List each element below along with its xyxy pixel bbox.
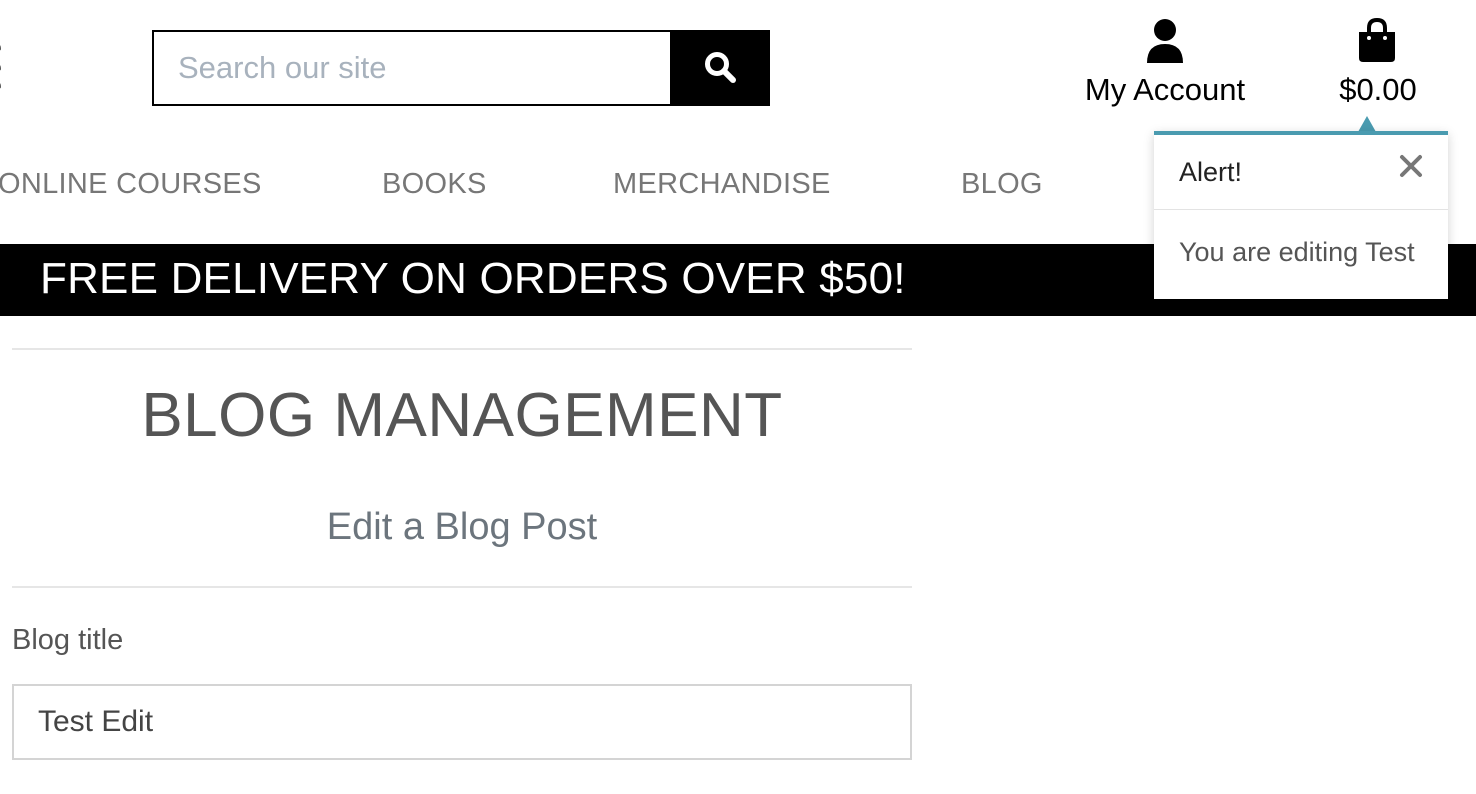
toast-arrow bbox=[1358, 116, 1376, 132]
nav-merchandise[interactable]: MERCHANDISE bbox=[613, 168, 831, 201]
blog-title-label: Blog title bbox=[12, 624, 124, 656]
page-title: BLOG MANAGEMENT bbox=[141, 381, 783, 450]
page: My Account $0.00 ONLINE COURSES BOOKS ME… bbox=[0, 0, 1476, 794]
main-nav: ONLINE COURSES BOOKS MERCHANDISE BLOG bbox=[0, 160, 1150, 216]
close-icon bbox=[1399, 154, 1423, 183]
shopping-bag-link[interactable]: $0.00 bbox=[1328, 16, 1428, 112]
nav-online-courses[interactable]: ONLINE COURSES bbox=[0, 168, 262, 201]
my-account-link[interactable]: My Account bbox=[1074, 16, 1256, 112]
delivery-banner-text: FREE DELIVERY ON ORDERS OVER $50! bbox=[40, 254, 906, 303]
search-button[interactable] bbox=[670, 30, 770, 106]
close-button[interactable] bbox=[1394, 151, 1428, 185]
toast-header: Alert! bbox=[1154, 135, 1448, 210]
user-icon bbox=[1145, 18, 1185, 69]
toast-message: You are editing Test bbox=[1179, 237, 1415, 267]
logo-fragment[interactable] bbox=[0, 40, 2, 90]
toast-title: Alert! bbox=[1179, 157, 1243, 187]
my-account-label: My Account bbox=[1084, 72, 1246, 107]
shopping-bag-icon bbox=[1356, 17, 1398, 69]
search-input[interactable] bbox=[152, 30, 670, 106]
top-divider bbox=[12, 348, 912, 350]
bottom-divider bbox=[12, 586, 912, 588]
blog-title-input[interactable] bbox=[12, 684, 912, 760]
alert-toast: Alert! You are editing Test bbox=[1154, 131, 1448, 299]
search-form bbox=[152, 30, 770, 106]
nav-books[interactable]: BOOKS bbox=[382, 168, 487, 201]
nav-blog[interactable]: BLOG bbox=[961, 168, 1043, 201]
page-subtitle: Edit a Blog Post bbox=[326, 506, 598, 548]
search-icon bbox=[703, 50, 737, 87]
bag-total: $0.00 bbox=[1339, 72, 1417, 107]
